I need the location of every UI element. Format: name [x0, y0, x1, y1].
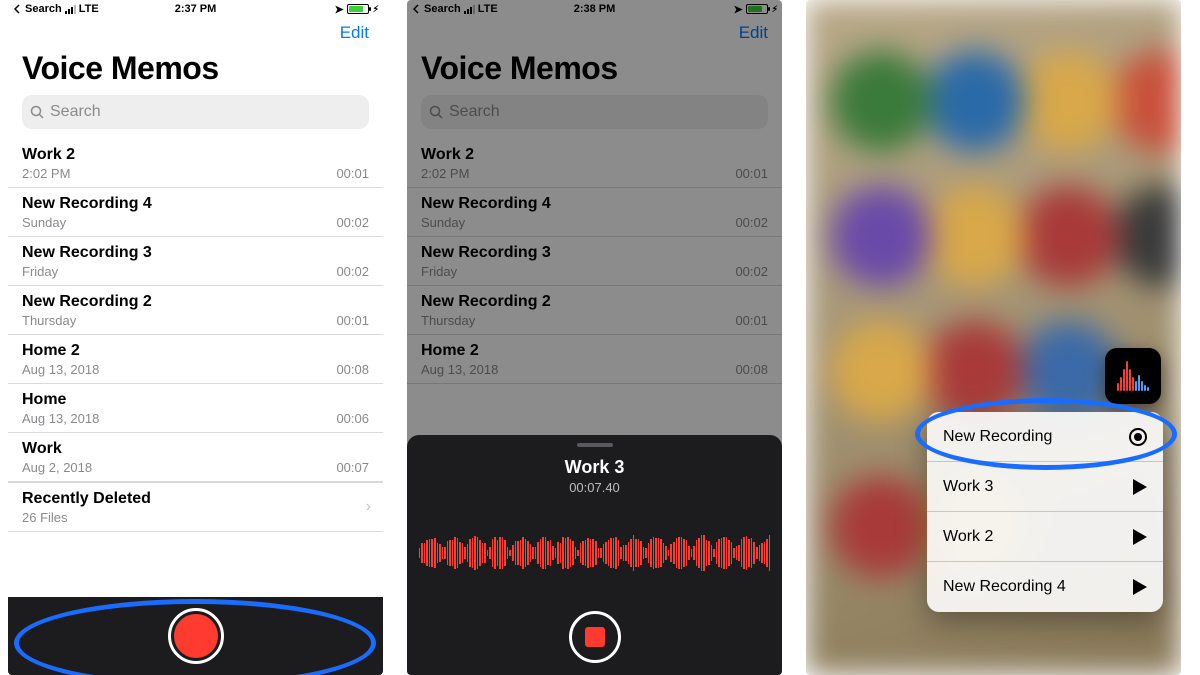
- stop-button[interactable]: [569, 611, 621, 663]
- search-input[interactable]: Search: [22, 95, 369, 129]
- back-label[interactable]: Search: [25, 3, 62, 15]
- memo-duration: 00:07: [336, 460, 369, 475]
- recording-elapsed: 00:07.40: [569, 480, 620, 495]
- memo-row[interactable]: New Recording 4 Sunday 00:02: [8, 188, 383, 237]
- waveform: [407, 495, 782, 611]
- location-icon: ➤: [334, 3, 343, 16]
- stop-icon: [585, 627, 605, 647]
- status-bar: Search LTE 2:37 PM ➤ ⚡︎: [8, 0, 383, 18]
- waveform-icon: [1117, 361, 1149, 391]
- memo-date: Aug 2, 2018: [22, 460, 92, 475]
- memo-date: Aug 13, 2018: [22, 411, 99, 426]
- quick-action-play[interactable]: Work 3: [927, 462, 1163, 512]
- carrier-label: LTE: [79, 3, 99, 15]
- home-screen-quick-actions: New Recording Work 3 Work 2 New Recording 4: [806, 0, 1181, 675]
- play-icon: [1133, 479, 1147, 495]
- record-icon: [174, 614, 218, 658]
- recently-deleted-count: 26 Files: [22, 510, 68, 525]
- chevron-right-icon: ›: [366, 498, 371, 516]
- memo-date: Sunday: [22, 215, 66, 230]
- memo-duration: 00:08: [336, 362, 369, 377]
- memo-row[interactable]: Home Aug 13, 2018 00:06: [8, 384, 383, 433]
- quick-action-label: Work 2: [943, 528, 993, 546]
- memo-row[interactable]: New Recording 2 Thursday 00:01: [8, 286, 383, 335]
- memo-name: New Recording 4: [22, 195, 369, 213]
- signal-icon: [65, 5, 76, 14]
- memo-name: New Recording 3: [22, 244, 369, 262]
- memo-date: Aug 13, 2018: [22, 362, 99, 377]
- recently-deleted-row[interactable]: Recently Deleted 26 Files ›: [8, 482, 383, 532]
- voice-memos-recording-screen: Search LTE 2:38 PM ➤ ⚡︎ Edit Voice Memos…: [407, 0, 782, 675]
- edit-button[interactable]: Edit: [340, 23, 369, 43]
- quick-action-label: Work 3: [943, 478, 993, 496]
- recently-deleted-label: Recently Deleted: [22, 490, 369, 508]
- memo-name: Work: [22, 440, 369, 458]
- memo-name: Home 2: [22, 342, 369, 360]
- recording-sheet[interactable]: Work 3 00:07.40: [407, 435, 782, 675]
- quick-action-label: New Recording 4: [943, 578, 1066, 596]
- page-title: Voice Memos: [8, 48, 383, 95]
- memo-name: Home: [22, 391, 369, 409]
- memo-row[interactable]: Work Aug 2, 2018 00:07: [8, 433, 383, 482]
- sheet-grabber[interactable]: [577, 443, 613, 447]
- quick-action-play[interactable]: New Recording 4: [927, 562, 1163, 612]
- quick-action-play[interactable]: Work 2: [927, 512, 1163, 562]
- memo-date: Friday: [22, 264, 58, 279]
- quick-action-label: New Recording: [943, 428, 1052, 446]
- memo-duration: 00:02: [336, 264, 369, 279]
- play-icon: [1133, 579, 1147, 595]
- memo-name: New Recording 2: [22, 293, 369, 311]
- memo-name: Work 2: [22, 146, 369, 164]
- voice-memos-app-icon[interactable]: [1105, 348, 1161, 404]
- memo-date: Thursday: [22, 313, 76, 328]
- search-icon: [30, 105, 44, 119]
- clock: 2:37 PM: [175, 3, 217, 15]
- play-icon: [1133, 529, 1147, 545]
- voice-memos-list-screen: Search LTE 2:37 PM ➤ ⚡︎ Edit Voice Memos…: [8, 0, 383, 675]
- memo-duration: 00:01: [336, 313, 369, 328]
- search-placeholder: Search: [50, 103, 101, 121]
- quick-actions-menu: New Recording Work 3 Work 2 New Recording 4: [927, 412, 1163, 612]
- record-button[interactable]: [168, 608, 224, 664]
- recording-name: Work 3: [565, 457, 625, 478]
- memo-list[interactable]: Work 2 2:02 PM 00:01 New Recording 4 Sunday 0…: [8, 139, 383, 482]
- memo-duration: 00:01: [336, 166, 369, 181]
- memo-date: 2:02 PM: [22, 166, 70, 181]
- record-icon: [1129, 428, 1147, 446]
- memo-row[interactable]: New Recording 3 Friday 00:02: [8, 237, 383, 286]
- memo-row[interactable]: Work 2 2:02 PM 00:01: [8, 139, 383, 188]
- memo-duration: 00:02: [336, 215, 369, 230]
- charging-icon: ⚡︎: [373, 4, 379, 15]
- memo-row[interactable]: Home 2 Aug 13, 2018 00:08: [8, 335, 383, 384]
- back-chevron-icon[interactable]: [12, 4, 22, 14]
- nav-bar: Edit: [8, 18, 383, 48]
- record-toolbar: [8, 597, 383, 675]
- battery-icon: [347, 4, 369, 14]
- memo-duration: 00:06: [336, 411, 369, 426]
- quick-action-new-recording[interactable]: New Recording: [927, 412, 1163, 462]
